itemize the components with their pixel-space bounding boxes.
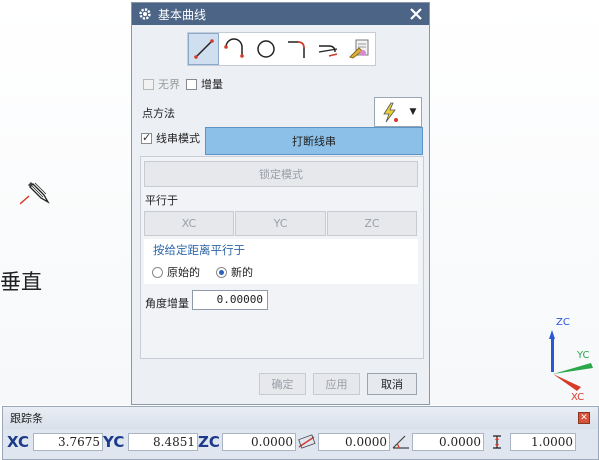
options-panel: 锁定模式 平行于 XC YC ZC 按给定距离平行于 原始的 新的 角度增量 0… [140,156,424,359]
parallel-zc-button[interactable]: ZC [327,211,417,236]
point-method-dropdown[interactable]: ▼ [374,97,422,127]
trim-icon [318,45,337,57]
pencil-cursor-icon [20,182,50,205]
tracking-bar: 跟踪条 ✕ XC 3.7675 YC 8.4851 ZC 0.0000 0.00… [2,406,599,460]
angle-input[interactable]: 0.0000 [412,433,484,451]
yc-axis-label: YC [576,350,590,361]
basic-curves-dialog: 基本曲线 无界 增量 点方法 ▼ ✓ 线串模式 打断线串 锁定模式 平行于 XC… [131,2,430,405]
zc-label: ZC [198,433,220,451]
offset-icon [484,433,510,451]
ok-button[interactable]: 确定 [259,373,306,395]
dialog-title: 基本曲线 [158,7,207,22]
parallel-distance-group: 按给定距离平行于 原始的 新的 [144,239,418,284]
original-radio-label: 原始的 [167,266,200,279]
gear-icon [139,8,151,20]
yc-input[interactable]: 8.4851 [128,433,198,451]
apply-button[interactable]: 应用 [313,373,360,395]
parallel-distance-title: 按给定距离平行于 [153,243,245,257]
inferred-point-icon [383,102,398,123]
cancel-button[interactable]: 取消 [367,373,417,395]
circle-type-button[interactable] [250,33,281,65]
string-mode-checkbox[interactable] [141,131,152,144]
parallel-xc-button[interactable]: XC [144,211,234,236]
fillet-icon [287,41,305,58]
fillet-type-button[interactable] [281,33,312,65]
unbounded-label: 无界 [158,78,180,91]
yc-label: YC [103,433,125,451]
point-method-label: 点方法 [142,107,175,120]
angle-increment-label: 角度增量 [145,297,189,310]
tracking-bar-title: 跟踪条 [10,412,43,425]
incremental-label: 增量 [201,78,223,91]
background-label: 垂直 [0,270,42,294]
new-radio-label: 新的 [231,266,253,279]
new-radio[interactable] [216,266,227,278]
circle-icon [256,40,275,58]
incremental-checkbox[interactable] [186,78,197,90]
offset-input[interactable]: 1.0000 [510,433,576,451]
close-icon[interactable] [409,7,423,21]
chevron-down-icon: ▼ [409,107,417,117]
line-icon [193,39,214,59]
tracking-bar-header[interactable]: 跟踪条 ✕ [3,407,598,429]
zc-axis-label: ZC [556,317,570,328]
trim-type-button[interactable] [312,33,343,65]
close-icon[interactable]: ✕ [578,412,590,424]
arc-icon [223,38,244,58]
length-icon [296,433,318,451]
wcs-triad: ZC YC XC [549,317,593,403]
xc-input[interactable]: 3.7675 [33,433,103,451]
parallel-yc-button[interactable]: YC [235,211,326,236]
angle-icon [390,433,412,451]
string-mode-row: 线串模式 [141,130,200,146]
zc-input[interactable]: 0.0000 [222,433,296,451]
unbounded-checkbox[interactable] [143,78,154,90]
angle-increment-input[interactable]: 0.00000 [192,290,268,310]
original-radio[interactable] [152,266,163,278]
break-string-button[interactable]: 打断线串 [205,127,423,155]
dialog-titlebar[interactable]: 基本曲线 [132,3,429,25]
lock-mode-button[interactable]: 锁定模式 [144,161,418,187]
xc-label: XC [7,433,30,451]
arc-type-button[interactable] [219,33,250,65]
distance-radio-row: 原始的 新的 [152,264,253,280]
string-mode-label: 线串模式 [156,132,200,145]
xc-axis-label: XC [571,392,584,403]
options-row: 无界 增量 [143,76,223,92]
edit-parameters-icon [348,39,368,59]
curve-type-toolbar [187,32,376,66]
line-type-button[interactable] [188,33,219,65]
edit-parameters-type-button[interactable] [343,33,374,65]
tracking-bar-fields: XC 3.7675 YC 8.4851 ZC 0.0000 0.0000 0.0… [7,431,576,453]
parallel-to-label: 平行于 [145,194,178,207]
length-input[interactable]: 0.0000 [318,433,390,451]
